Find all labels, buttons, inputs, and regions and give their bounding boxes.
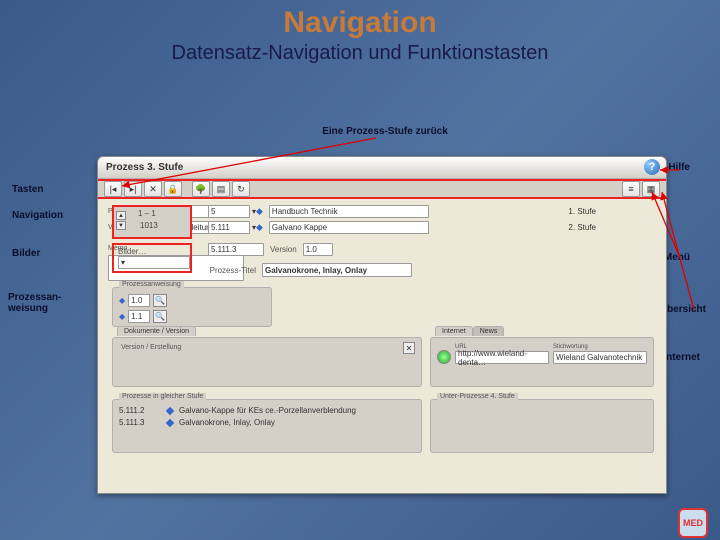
dv-inner-label: Version / Erstellung bbox=[121, 344, 181, 351]
documents-version-panel: Dokumente / Version Version / Erstellung… bbox=[112, 337, 422, 387]
footer-logo: MED bbox=[678, 508, 708, 538]
window-title: Prozess 3. Stufe bbox=[106, 162, 183, 173]
list-text: Galvanokrone, Inlay, Onlay bbox=[179, 418, 275, 427]
level2-code[interactable]: 5.111 bbox=[208, 221, 250, 234]
toolbar-tree-button[interactable]: 🌳 bbox=[192, 181, 210, 197]
dv-close-button[interactable]: ✕ bbox=[403, 342, 415, 354]
sub-processes-panel: Unter-Prozesse 4. Stufe bbox=[430, 399, 654, 453]
list-code: 5.111.2 bbox=[119, 406, 161, 415]
caption-hilfe: Hilfe bbox=[668, 162, 690, 173]
app-window: Prozess 3. Stufe ? |◂ ▸| ✕ 🔒 🌳 ▤ ↻ ≡ ▦ ▲… bbox=[97, 156, 667, 494]
diamond-icon: ◆ bbox=[119, 296, 125, 305]
caption-navigation: Navigation bbox=[12, 210, 63, 221]
version-field[interactable]: 1.0 bbox=[303, 243, 333, 256]
version-label: Version bbox=[270, 245, 297, 254]
diamond-icon: ◆ bbox=[119, 312, 125, 321]
help-button[interactable]: ? bbox=[644, 159, 660, 175]
record-navigator: ▲ ▼ 1 – 1 1013 bbox=[112, 205, 192, 239]
internet-go-button[interactable] bbox=[437, 350, 451, 364]
tab-internet[interactable]: Internet bbox=[435, 326, 473, 336]
toolbar-overview-button[interactable]: ▦ bbox=[642, 181, 660, 197]
process-title-row: Prozess-Titel Galvanokrone, Inlay, Onlay bbox=[208, 263, 412, 277]
dv-tab[interactable]: Dokumente / Version bbox=[117, 326, 196, 336]
toolbar-delete-button[interactable]: ✕ bbox=[144, 181, 162, 197]
level1-label: 1. Stufe bbox=[568, 207, 596, 216]
level2-row: 5.111 ◆ Galvano Kappe bbox=[208, 221, 429, 234]
processes-same-level-panel: Prozesse in gleicher Stufe 5.111.2 Galva… bbox=[112, 399, 422, 453]
nav-next-button[interactable]: ▼ bbox=[116, 221, 126, 230]
caption-menu: Menü bbox=[664, 252, 690, 263]
list-item[interactable]: 5.111.3 Galvanokrone, Inlay, Onlay bbox=[119, 418, 415, 427]
toolbar: |◂ ▸| ✕ 🔒 🌳 ▤ ↻ ≡ ▦ bbox=[98, 179, 666, 199]
list-text: Galvano-Kappe für KEs ce.-Porzellanverbl… bbox=[179, 406, 356, 415]
diamond-icon: ◆ bbox=[256, 222, 263, 233]
diamond-icon bbox=[166, 406, 174, 414]
slide-subtitle: Datensatz-Navigation und Funktionstasten bbox=[0, 42, 720, 65]
caption-back-step: Eine Prozess-Stufe zurück bbox=[300, 126, 470, 137]
bilder-group: Bilder… ▾ bbox=[112, 243, 192, 273]
toolbar-lock-button[interactable]: 🔒 bbox=[164, 181, 182, 197]
pg-title: Prozesse in gleicher Stufe bbox=[119, 393, 206, 400]
diamond-icon: ◆ bbox=[256, 206, 263, 217]
toolbar-refresh-button[interactable]: ↻ bbox=[232, 181, 250, 197]
window-body: ▲ ▼ 1 – 1 1013 5 ◆ Handbuch Technik 1. S… bbox=[98, 199, 666, 493]
nav-prev-button[interactable]: ▲ bbox=[116, 211, 126, 220]
tab-news[interactable]: News bbox=[473, 326, 505, 336]
pa-version2[interactable]: 1.1 bbox=[128, 310, 150, 323]
list-code: 5.111.3 bbox=[119, 418, 161, 427]
record-id: 1013 bbox=[140, 221, 158, 230]
toolbar-page-button[interactable]: ▤ bbox=[212, 181, 230, 197]
caption-bilder: Bilder bbox=[12, 248, 40, 259]
titlebar: Prozess 3. Stufe ? bbox=[98, 157, 666, 179]
caption-prozessanweisung: Prozessan- weisung bbox=[8, 292, 61, 314]
stichwort-label: Stichwortung bbox=[553, 344, 647, 350]
prozessanweisung-panel: Prozessanweisung ◆ 1.0 🔍 ◆ 1.1 🔍 bbox=[112, 287, 272, 327]
caption-tasten: Tasten bbox=[12, 184, 44, 195]
pa-search2-button[interactable]: 🔍 bbox=[153, 310, 167, 323]
internet-panel: Internet News URL http://www.wieland-den… bbox=[430, 337, 654, 387]
diamond-icon bbox=[166, 418, 174, 426]
list-item[interactable]: 5.111.2 Galvano-Kappe für KEs ce.-Porzel… bbox=[119, 406, 415, 415]
level2-title[interactable]: Galvano Kappe bbox=[269, 221, 429, 234]
toolbar-first-button[interactable]: |◂ bbox=[104, 181, 122, 197]
level1-row: 5 ◆ Handbuch Technik bbox=[208, 205, 429, 218]
caption-internet: Internet bbox=[663, 352, 700, 363]
level1-title[interactable]: Handbuch Technik bbox=[269, 205, 429, 218]
pa-panel-title: Prozessanweisung bbox=[119, 281, 184, 288]
level3-code[interactable]: 5.111.3 bbox=[208, 243, 264, 256]
toolbar-menu-button[interactable]: ≡ bbox=[622, 181, 640, 197]
process-title-field[interactable]: Galvanokrone, Inlay, Onlay bbox=[262, 263, 412, 277]
record-pos: 1 – 1 bbox=[138, 209, 156, 218]
slide-title: Navigation bbox=[0, 6, 720, 40]
pa-version1[interactable]: 1.0 bbox=[128, 294, 150, 307]
level2-label: 2. Stufe bbox=[568, 223, 596, 232]
level3-row: 5.111.3 Version 1.0 bbox=[208, 243, 333, 256]
bilder-select[interactable]: ▾ bbox=[118, 256, 190, 269]
up-title: Unter-Prozesse 4. Stufe bbox=[437, 393, 518, 400]
pa-search1-button[interactable]: 🔍 bbox=[153, 294, 167, 307]
level1-code[interactable]: 5 bbox=[208, 205, 250, 218]
url-field[interactable]: http://www.wieland-denta… bbox=[455, 351, 549, 364]
bilder-label: Bilder… bbox=[118, 247, 186, 256]
stichwort-field[interactable]: Wieland Galvanotechnik bbox=[553, 351, 647, 364]
process-title-label: Prozess-Titel bbox=[208, 266, 256, 275]
toolbar-last-button[interactable]: ▸| bbox=[124, 181, 142, 197]
